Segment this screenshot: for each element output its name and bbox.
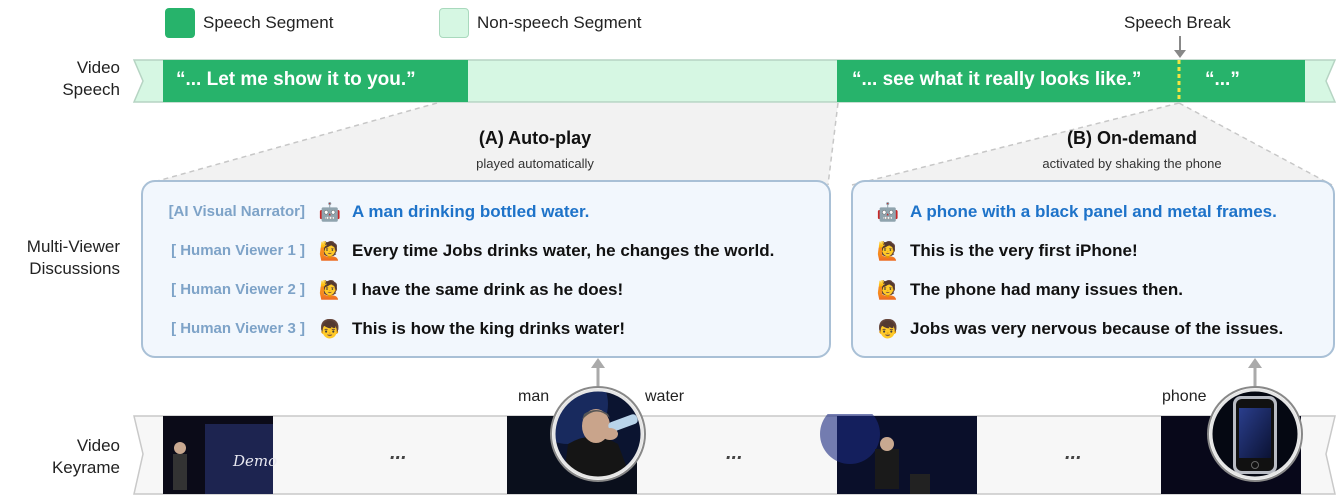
panel-b-msg-0: A phone with a black panel and metal fra… xyxy=(910,202,1277,221)
arrow-up-b xyxy=(1248,358,1262,386)
keyword-water: water xyxy=(645,388,685,405)
panel-b-msg-1: This is the very first iPhone! xyxy=(910,241,1138,260)
panel-a-tag-0: [AI Visual Narrator] xyxy=(168,203,305,220)
robot-icon: 🤖 xyxy=(318,202,342,222)
viewer-2-icon: 🙋 xyxy=(318,280,342,300)
panel-a-title: (A) Auto-play xyxy=(478,128,592,148)
zoom-man-drinking xyxy=(550,386,646,482)
keyword-man: man xyxy=(518,388,550,405)
viewer-3-icon: 👦 xyxy=(318,319,342,339)
viewer-3-icon: 👦 xyxy=(876,319,900,339)
ellipsis-3: ... xyxy=(1065,442,1082,464)
panel-b-subtitle: activated by shaking the phone xyxy=(1042,156,1222,171)
panel-a-msg-0: A man drinking bottled water. xyxy=(352,202,590,221)
viewer-2-icon: 🙋 xyxy=(876,280,900,300)
keyword-phone: phone xyxy=(1162,388,1207,405)
zoom-phone xyxy=(1207,386,1303,482)
robot-icon: 🤖 xyxy=(876,202,900,222)
panel-a-msg-2: I have the same drink as he does! xyxy=(352,280,624,299)
arrow-up-a xyxy=(591,358,605,386)
row-label-discussions: Multi-Viewer Discussions xyxy=(26,237,120,278)
panel-a-subtitle: played automatically xyxy=(476,156,594,171)
panel-b-msg-2: The phone had many issues then. xyxy=(910,280,1183,299)
panel-a-tag-1: [ Human Viewer 1 ] xyxy=(171,242,305,259)
viewer-1-icon: 🙋 xyxy=(876,241,900,261)
row-label-keyframe: Video Keyrame xyxy=(51,436,120,477)
keyframe-demo-text: Demo xyxy=(233,452,278,470)
panel-b-title: (B) On-demand xyxy=(1067,128,1197,148)
panel-b-msg-3: Jobs was very nervous because of the iss… xyxy=(910,319,1284,338)
ellipsis-2: ... xyxy=(726,442,743,464)
panel-a-tag-3: [ Human Viewer 3 ] xyxy=(171,320,305,337)
panel-a-tag-2: [ Human Viewer 2 ] xyxy=(171,281,305,298)
viewer-1-icon: 🙋 xyxy=(318,241,342,261)
ellipsis-1: ... xyxy=(390,442,407,464)
panel-a-msg-3: This is how the king drinks water! xyxy=(352,319,625,338)
panel-a-msg-1: Every time Jobs drinks water, he changes… xyxy=(352,241,775,260)
